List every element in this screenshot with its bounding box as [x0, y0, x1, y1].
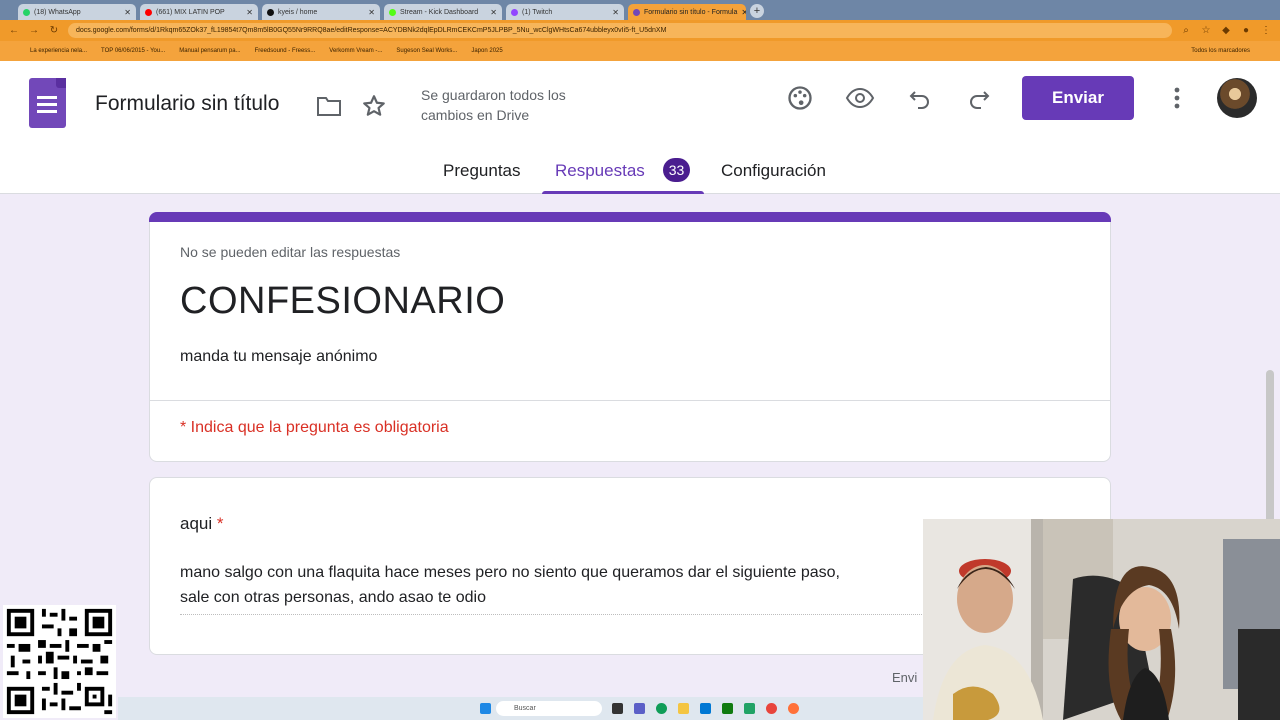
forms-header: Formulario sin título Se guardaron todos…	[0, 61, 1280, 194]
form-title-field[interactable]: Formulario sin título	[95, 92, 279, 116]
profile-icon[interactable]: ●	[1240, 25, 1252, 36]
browser-tab-whatsapp[interactable]: (18) WhatsApp ✕	[18, 4, 136, 20]
close-icon[interactable]: ✕	[246, 8, 253, 17]
back-icon[interactable]: ←	[8, 25, 20, 36]
bookmark-item[interactable]: Freedsound - Freess...	[255, 48, 316, 54]
divider	[150, 400, 1110, 401]
xbox-icon[interactable]	[722, 703, 733, 714]
close-icon[interactable]: ✕	[124, 8, 131, 17]
search-icon[interactable]: ⌕	[1180, 25, 1192, 36]
bookmark-item[interactable]: Japon 2025	[471, 48, 502, 54]
qr-code-image	[3, 605, 116, 718]
task-view-icon[interactable]	[612, 703, 623, 714]
form-header-card: No se pueden editar las respuestas CONFE…	[149, 222, 1111, 462]
webcam-overlay-image	[923, 519, 1280, 720]
bookmark-item[interactable]: Sugeson Seal Works...	[396, 48, 457, 54]
avatar[interactable]	[1217, 78, 1257, 118]
reload-icon[interactable]: ↻	[48, 25, 60, 36]
bookmark-item[interactable]: Verkomm Vream -...	[329, 48, 382, 54]
more-options-icon[interactable]	[1160, 81, 1194, 115]
browser-tab-forms[interactable]: Formulario sin título - Formula ✕	[628, 4, 746, 20]
extensions-icon[interactable]: ◆	[1220, 25, 1232, 36]
taskbar-search[interactable]: Buscar	[496, 701, 602, 716]
address-bar: ← → ↻ docs.google.com/forms/d/1Rkqm65ZOk…	[0, 20, 1280, 41]
youtube-icon	[145, 8, 152, 16]
submit-footer-text: Envi	[892, 670, 918, 685]
undo-icon[interactable]	[903, 81, 937, 115]
answer-line: mano salgo con una flaquita hace meses p…	[180, 564, 840, 581]
store-icon[interactable]	[700, 703, 711, 714]
question-label: aqui *	[180, 514, 224, 533]
close-icon[interactable]: ✕	[368, 8, 375, 17]
teams-icon[interactable]	[634, 703, 645, 714]
close-icon[interactable]: ✕	[490, 8, 497, 17]
excel-icon[interactable]	[744, 703, 755, 714]
required-notice: * Indica que la pregunta es obligatoria	[180, 419, 449, 436]
redo-icon[interactable]	[962, 81, 996, 115]
browser-tab-strip: (18) WhatsApp ✕ (661) MIX LATIN POP ✕ kyei…	[0, 0, 1280, 20]
edit-lock-notice: No se pueden editar las respuestas	[180, 244, 401, 260]
required-asterisk: *	[216, 514, 224, 533]
start-icon[interactable]	[480, 703, 491, 714]
bookmark-item[interactable]: TOP 06/06/2015 - You...	[101, 48, 165, 54]
google-forms-logo-icon[interactable]	[29, 78, 66, 128]
star-icon[interactable]	[357, 89, 391, 123]
form-description: manda tu mensaje anónimo	[180, 348, 378, 365]
form-title: CONFESIONARIO	[180, 280, 506, 322]
save-status: Se guardaron todos los cambios en Drive	[421, 87, 566, 123]
answer-line: sale con otras personas, ando asao te od…	[180, 589, 486, 606]
chrome-icon[interactable]	[766, 703, 777, 714]
answer-text: mano salgo con una flaquita hace meses p…	[180, 560, 922, 615]
edge-icon[interactable]	[656, 703, 667, 714]
url-field[interactable]: docs.google.com/forms/d/1Rkqm65ZOk37_fL1…	[68, 23, 1172, 38]
all-bookmarks[interactable]: Todos los marcadores	[1191, 48, 1250, 54]
browser-tab-x[interactable]: kyeis / home ✕	[262, 4, 380, 20]
app-icon[interactable]	[788, 703, 799, 714]
forms-icon	[633, 8, 640, 16]
bookmark-item[interactable]: La experiencia nela...	[30, 48, 87, 54]
forward-icon[interactable]: →	[28, 25, 40, 36]
browser-tab-youtube[interactable]: (661) MIX LATIN POP ✕	[140, 4, 258, 20]
browser-tab-twitch[interactable]: (1) Twitch ✕	[506, 4, 624, 20]
browser-tab-kick[interactable]: Stream - Kick Dashboard ✕	[384, 4, 502, 20]
close-icon[interactable]: ✕	[612, 8, 619, 17]
active-tab-indicator	[542, 191, 704, 194]
new-tab-button[interactable]: +	[750, 4, 764, 18]
tab-settings[interactable]: Configuración	[721, 161, 826, 181]
twitch-icon	[511, 8, 518, 16]
star-icon[interactable]: ☆	[1200, 25, 1212, 36]
bookmark-item[interactable]: Manual pensarum pa...	[179, 48, 240, 54]
send-button[interactable]: Enviar	[1022, 76, 1134, 120]
tab-responses[interactable]: Respuestas	[555, 161, 645, 181]
folder-icon[interactable]	[312, 89, 346, 123]
palette-icon[interactable]	[783, 81, 817, 115]
bookmarks-bar: La experiencia nela... TOP 06/06/2015 - …	[0, 41, 1280, 61]
whatsapp-icon	[23, 8, 30, 16]
menu-icon[interactable]: ⋮	[1260, 25, 1272, 36]
kick-icon	[389, 8, 396, 16]
close-icon[interactable]: ✕	[741, 8, 746, 17]
form-tabs: Preguntas Respuestas 33 Configuración	[0, 153, 1280, 194]
responses-count-badge: 33	[663, 158, 690, 182]
explorer-icon[interactable]	[678, 703, 689, 714]
tab-questions[interactable]: Preguntas	[443, 161, 521, 181]
preview-eye-icon[interactable]	[843, 81, 877, 115]
x-icon	[267, 8, 274, 16]
